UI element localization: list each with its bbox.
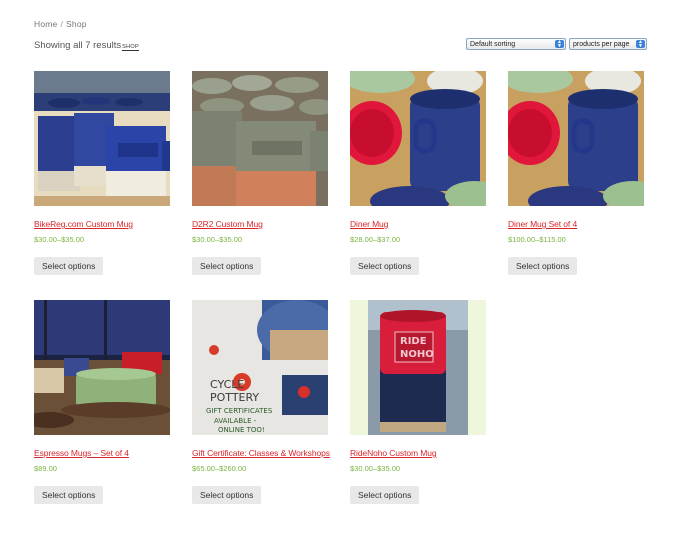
- product-title-link[interactable]: Diner Mug Set of 4: [508, 219, 644, 229]
- product-image-link[interactable]: CYCLE POTTERY GIFT CERTIFICATES AVAILABL…: [192, 300, 328, 435]
- product-price: $100.00–$115.00: [508, 235, 566, 244]
- product-image-ridenoho-mug: RIDE NOHO: [350, 300, 486, 435]
- product-image-gift-certificate: CYCLE POTTERY GIFT CERTIFICATES AVAILABL…: [192, 300, 328, 435]
- product-card: D2R2 Custom Mug $30.00–$35.00 Select opt…: [192, 71, 328, 275]
- product-image-link[interactable]: RIDE NOHO: [350, 300, 486, 435]
- product-image-link[interactable]: [34, 300, 170, 435]
- product-image-link[interactable]: [508, 71, 644, 206]
- product-image-espresso-mugs: [34, 300, 170, 435]
- product-card: BikeReg.com Custom Mug $30.00–$35.00 Sel…: [34, 71, 170, 275]
- result-count-text: Showing all 7 results: [34, 40, 122, 51]
- select-options-button[interactable]: Select options: [34, 486, 104, 504]
- product-image-link[interactable]: [34, 71, 170, 206]
- gift-card-text-line2: POTTERY: [210, 391, 259, 404]
- product-image-d2r2-mug: [192, 71, 328, 206]
- product-image-link[interactable]: [350, 71, 486, 206]
- product-price: $30.00–$35.00: [192, 235, 243, 244]
- ridenoho-stamp-line2: NOHO: [400, 349, 434, 360]
- product-image-link[interactable]: [192, 71, 328, 206]
- gift-card-text-line5: ONLINE TOO!: [218, 426, 265, 434]
- select-options-button[interactable]: Select options: [192, 486, 262, 504]
- product-title-link[interactable]: RideNoho Custom Mug: [350, 448, 486, 458]
- product-price: $30.00–$35.00: [350, 464, 401, 473]
- gift-card-text-line3: GIFT CERTIFICATES: [206, 407, 273, 415]
- select-options-button[interactable]: Select options: [350, 257, 420, 275]
- product-price: $28.00–$37.00: [350, 235, 401, 244]
- select-options-button[interactable]: Select options: [192, 257, 262, 275]
- product-card: Espresso Mugs – Set of 4 $89.00 Select o…: [34, 300, 170, 504]
- product-title-link[interactable]: Gift Certificate: Classes & Workshops: [192, 448, 330, 458]
- ridenoho-stamp-line1: RIDE: [400, 336, 427, 347]
- product-title-link[interactable]: Espresso Mugs – Set of 4: [34, 448, 170, 458]
- product-image-bikereg-mug: [34, 71, 170, 206]
- sorting-select-value: Default sorting: [470, 40, 516, 48]
- sorting-select[interactable]: Default sorting ▲ ▼: [466, 38, 566, 50]
- product-image-diner-mug-set: [508, 71, 644, 206]
- product-card: Diner Mug $28.00–$37.00 Select options: [350, 71, 486, 275]
- product-card: CYCLE POTTERY GIFT CERTIFICATES AVAILABL…: [192, 300, 330, 504]
- breadcrumb-home-link[interactable]: Home: [34, 19, 57, 29]
- per-page-select[interactable]: products per page ▲ ▼: [569, 38, 647, 50]
- result-count: Showing all 7 results SHOP: [34, 40, 139, 51]
- product-title-link[interactable]: Diner Mug: [350, 219, 486, 229]
- product-title-link[interactable]: D2R2 Custom Mug: [192, 219, 328, 229]
- select-options-button[interactable]: Select options: [350, 486, 420, 504]
- shop-link[interactable]: SHOP: [122, 44, 139, 51]
- gift-card-text-line4: AVAILABLE -: [214, 417, 257, 425]
- product-price: $65.00–$260.00: [192, 464, 247, 473]
- product-price: $30.00–$35.00: [34, 235, 85, 244]
- product-image-diner-mug: [350, 71, 486, 206]
- gift-card-text-line1: CYCLE: [210, 378, 244, 391]
- product-card: RIDE NOHO RideNoho Custom Mug $30.00–$35…: [350, 300, 486, 504]
- product-title-link[interactable]: BikeReg.com Custom Mug: [34, 219, 170, 229]
- per-page-select-value: products per page: [573, 40, 630, 48]
- select-options-button[interactable]: Select options: [34, 257, 104, 275]
- select-arrows-icon: ▲ ▼: [555, 40, 564, 49]
- breadcrumb-separator: /: [60, 19, 64, 29]
- breadcrumb: Home / Shop: [34, 19, 87, 29]
- breadcrumb-current: Shop: [66, 19, 87, 29]
- product-price: $89.00: [34, 464, 57, 473]
- product-card: Diner Mug Set of 4 $100.00–$115.00 Selec…: [508, 71, 644, 275]
- select-options-button[interactable]: Select options: [508, 257, 578, 275]
- select-arrows-icon: ▲ ▼: [636, 40, 645, 49]
